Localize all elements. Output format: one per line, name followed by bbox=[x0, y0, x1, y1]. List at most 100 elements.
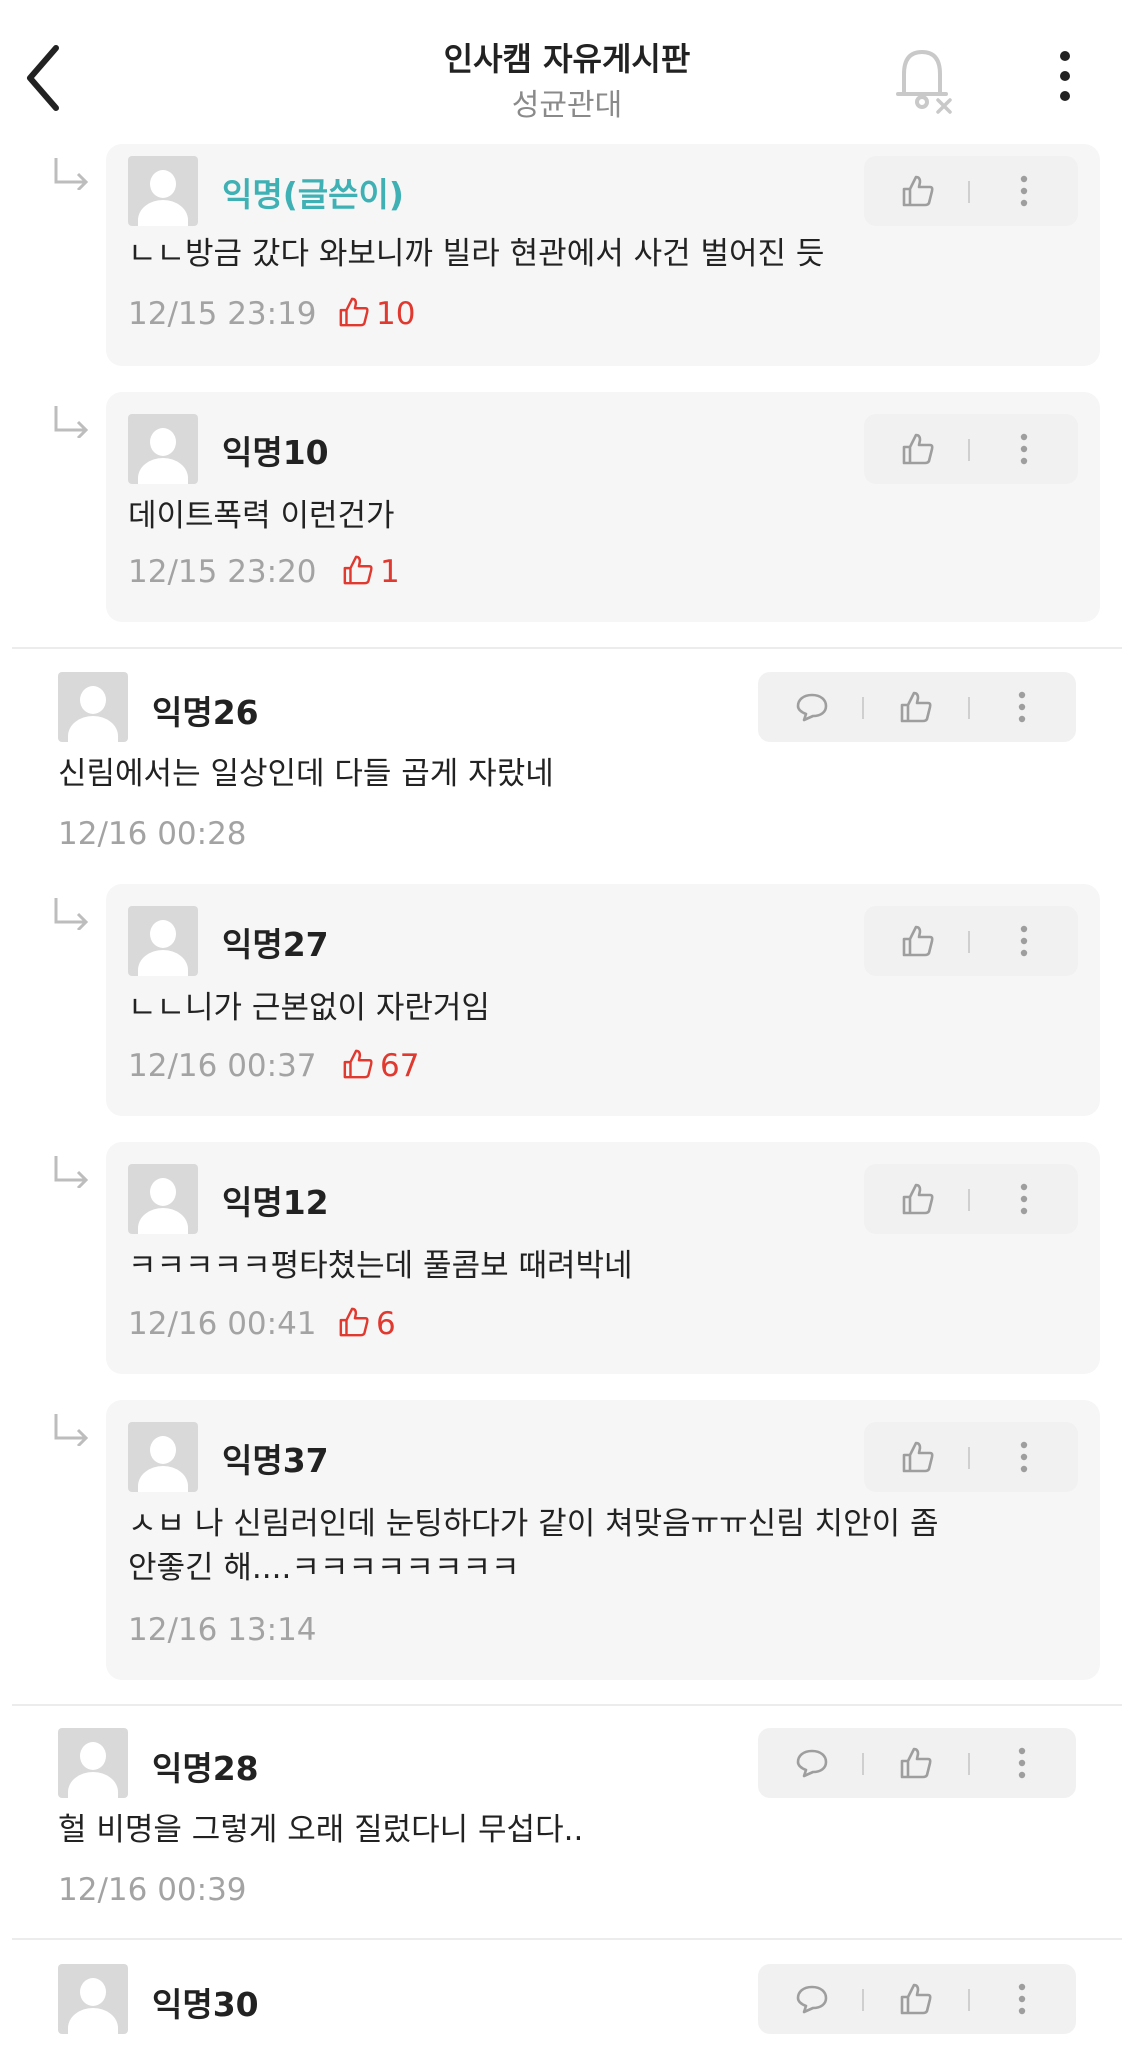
like-button[interactable] bbox=[882, 1728, 950, 1798]
like-button[interactable] bbox=[884, 156, 952, 226]
comment-time: 12/16 00:39 bbox=[58, 1872, 247, 1908]
more-button[interactable] bbox=[990, 414, 1058, 484]
thumbs-up-icon bbox=[902, 175, 934, 207]
comment-author: 익명27 bbox=[222, 925, 329, 964]
like-button[interactable] bbox=[884, 1422, 952, 1492]
thumbs-up-icon bbox=[343, 1049, 373, 1079]
like-button[interactable] bbox=[882, 672, 950, 742]
comment-time: 12/15 23:19 bbox=[128, 296, 317, 332]
reply-container: 익명10 데이트폭력 이런건가 12/15 23:20 1 bbox=[106, 392, 1100, 622]
more-vertical-icon bbox=[1018, 691, 1026, 723]
comment-actions bbox=[758, 672, 1076, 742]
comment-actions bbox=[758, 1728, 1076, 1798]
more-button[interactable] bbox=[990, 1422, 1058, 1492]
comment: 익명30 bbox=[0, 1960, 1134, 2048]
comment-time: 12/16 00:37 bbox=[128, 1048, 317, 1084]
comment-time: 12/16 00:41 bbox=[128, 1306, 317, 1342]
reply-arrow-icon bbox=[54, 1156, 89, 1188]
vote-count: 6 bbox=[338, 1306, 396, 1342]
notification-toggle-button[interactable] bbox=[886, 44, 958, 114]
comment-text: 헐 비명을 그렇게 오래 질렀다니 무섭다.. bbox=[58, 1812, 584, 1848]
action-separator bbox=[968, 1989, 970, 2011]
chat-bubble-icon bbox=[796, 1985, 828, 2014]
comment-divider bbox=[12, 1704, 1122, 1706]
action-separator bbox=[968, 697, 970, 719]
comment-text: ㄴㄴ방금 갔다 와보니까 빌라 현관에서 사건 벌어진 듯 bbox=[128, 236, 825, 272]
action-separator bbox=[968, 439, 970, 461]
more-vertical-icon bbox=[1020, 925, 1028, 957]
more-button[interactable] bbox=[990, 1164, 1058, 1234]
avatar bbox=[128, 414, 198, 484]
more-button[interactable] bbox=[988, 672, 1056, 742]
action-separator bbox=[862, 1989, 864, 2011]
more-vertical-icon bbox=[1060, 51, 1070, 101]
thumbs-up-icon bbox=[902, 925, 934, 957]
vote-number: 67 bbox=[380, 1048, 420, 1084]
more-vertical-icon bbox=[1018, 1747, 1026, 1779]
thumbs-up-icon bbox=[902, 433, 934, 465]
comment-actions bbox=[864, 1164, 1078, 1234]
reply-comment: 익명12 ㅋㅋㅋㅋㅋ평타쳤는데 풀콤보 때려박네 12/16 00:41 6 bbox=[0, 1142, 1134, 1374]
more-options-button[interactable] bbox=[1050, 46, 1080, 106]
comment-author: 익명30 bbox=[152, 1985, 259, 2024]
like-button[interactable] bbox=[884, 414, 952, 484]
comment-actions bbox=[864, 156, 1078, 226]
reply-arrow-icon bbox=[54, 406, 89, 438]
avatar bbox=[58, 672, 128, 742]
reply-comment: 익명(글쓴이) ㄴㄴ방금 갔다 와보니까 빌라 현관에서 사건 벌어진 듯 12… bbox=[0, 144, 1134, 366]
reply-comment: 익명27 ㄴㄴ니가 근본없이 자란거임 12/16 00:37 67 bbox=[0, 884, 1134, 1116]
thumbs-up-icon bbox=[343, 555, 373, 585]
vote-count: 10 bbox=[338, 296, 415, 332]
school-subtitle: 성균관대 bbox=[511, 88, 623, 123]
bell-off-icon bbox=[896, 50, 952, 114]
action-separator bbox=[862, 697, 864, 719]
like-button[interactable] bbox=[884, 1164, 952, 1234]
comment: 익명26 신림에서는 일상인데 다들 곱게 자랐네 12/16 00:28 bbox=[0, 668, 1134, 858]
more-vertical-icon bbox=[1020, 1183, 1028, 1215]
reply-button[interactable] bbox=[778, 672, 846, 742]
more-vertical-icon bbox=[1018, 1983, 1026, 2015]
thumbs-up-icon bbox=[900, 1747, 932, 1779]
vote-count: 67 bbox=[342, 1048, 419, 1084]
chat-bubble-icon bbox=[796, 1749, 828, 1778]
comment-author: 익명12 bbox=[222, 1183, 329, 1222]
comment-author: 익명(글쓴이) bbox=[222, 175, 404, 214]
reply-arrow-icon bbox=[54, 898, 89, 930]
comment-divider bbox=[12, 1938, 1122, 1940]
reply-comment: 익명10 데이트폭력 이런건가 12/15 23:20 1 bbox=[0, 392, 1134, 622]
action-separator bbox=[968, 1753, 970, 1775]
comment-time: 12/16 13:14 bbox=[128, 1612, 317, 1648]
comment-text: ㅋㅋㅋㅋㅋ평타쳤는데 풀콤보 때려박네 bbox=[128, 1248, 633, 1284]
more-button[interactable] bbox=[990, 906, 1058, 976]
thumbs-up-icon bbox=[339, 297, 369, 327]
comment-text: 신림에서는 일상인데 다들 곱게 자랐네 bbox=[58, 756, 554, 792]
comment-author: 익명28 bbox=[152, 1749, 259, 1788]
reply-arrow-icon bbox=[54, 1414, 89, 1446]
comment: 익명28 헐 비명을 그렇게 오래 질렀다니 무섭다.. 12/16 00:39 bbox=[0, 1724, 1134, 1916]
action-separator bbox=[968, 1189, 970, 1211]
comment-actions bbox=[758, 1964, 1076, 2034]
thumbs-up-icon bbox=[902, 1183, 934, 1215]
avatar bbox=[128, 1164, 198, 1234]
like-button[interactable] bbox=[882, 1964, 950, 2034]
avatar bbox=[128, 906, 198, 976]
comment-time: 12/16 00:28 bbox=[58, 816, 247, 852]
action-separator bbox=[968, 181, 970, 203]
thumbs-up-icon bbox=[900, 691, 932, 723]
more-button[interactable] bbox=[988, 1964, 1056, 2034]
vote-number: 6 bbox=[376, 1306, 396, 1342]
comment-divider bbox=[12, 647, 1122, 649]
comment-actions bbox=[864, 414, 1078, 484]
more-button[interactable] bbox=[988, 1728, 1056, 1798]
more-button[interactable] bbox=[990, 156, 1058, 226]
reply-button[interactable] bbox=[778, 1728, 846, 1798]
reply-button[interactable] bbox=[778, 1964, 846, 2034]
like-button[interactable] bbox=[884, 906, 952, 976]
thumbs-up-icon bbox=[339, 1307, 369, 1337]
comment-author: 익명26 bbox=[152, 693, 259, 732]
reply-comment: 익명37 ㅅㅂ 나 신림러인데 눈팅하다가 같이 쳐맞음ㅠㅠ신림 치안이 좀 안… bbox=[0, 1400, 1134, 1680]
comment-actions bbox=[864, 1422, 1078, 1492]
comment-author: 익명10 bbox=[222, 433, 329, 472]
comment-text-line-2: 안좋긴 해....ㅋㅋㅋㅋㅋㅋㅋㅋ bbox=[128, 1550, 520, 1586]
comment-actions bbox=[864, 906, 1078, 976]
